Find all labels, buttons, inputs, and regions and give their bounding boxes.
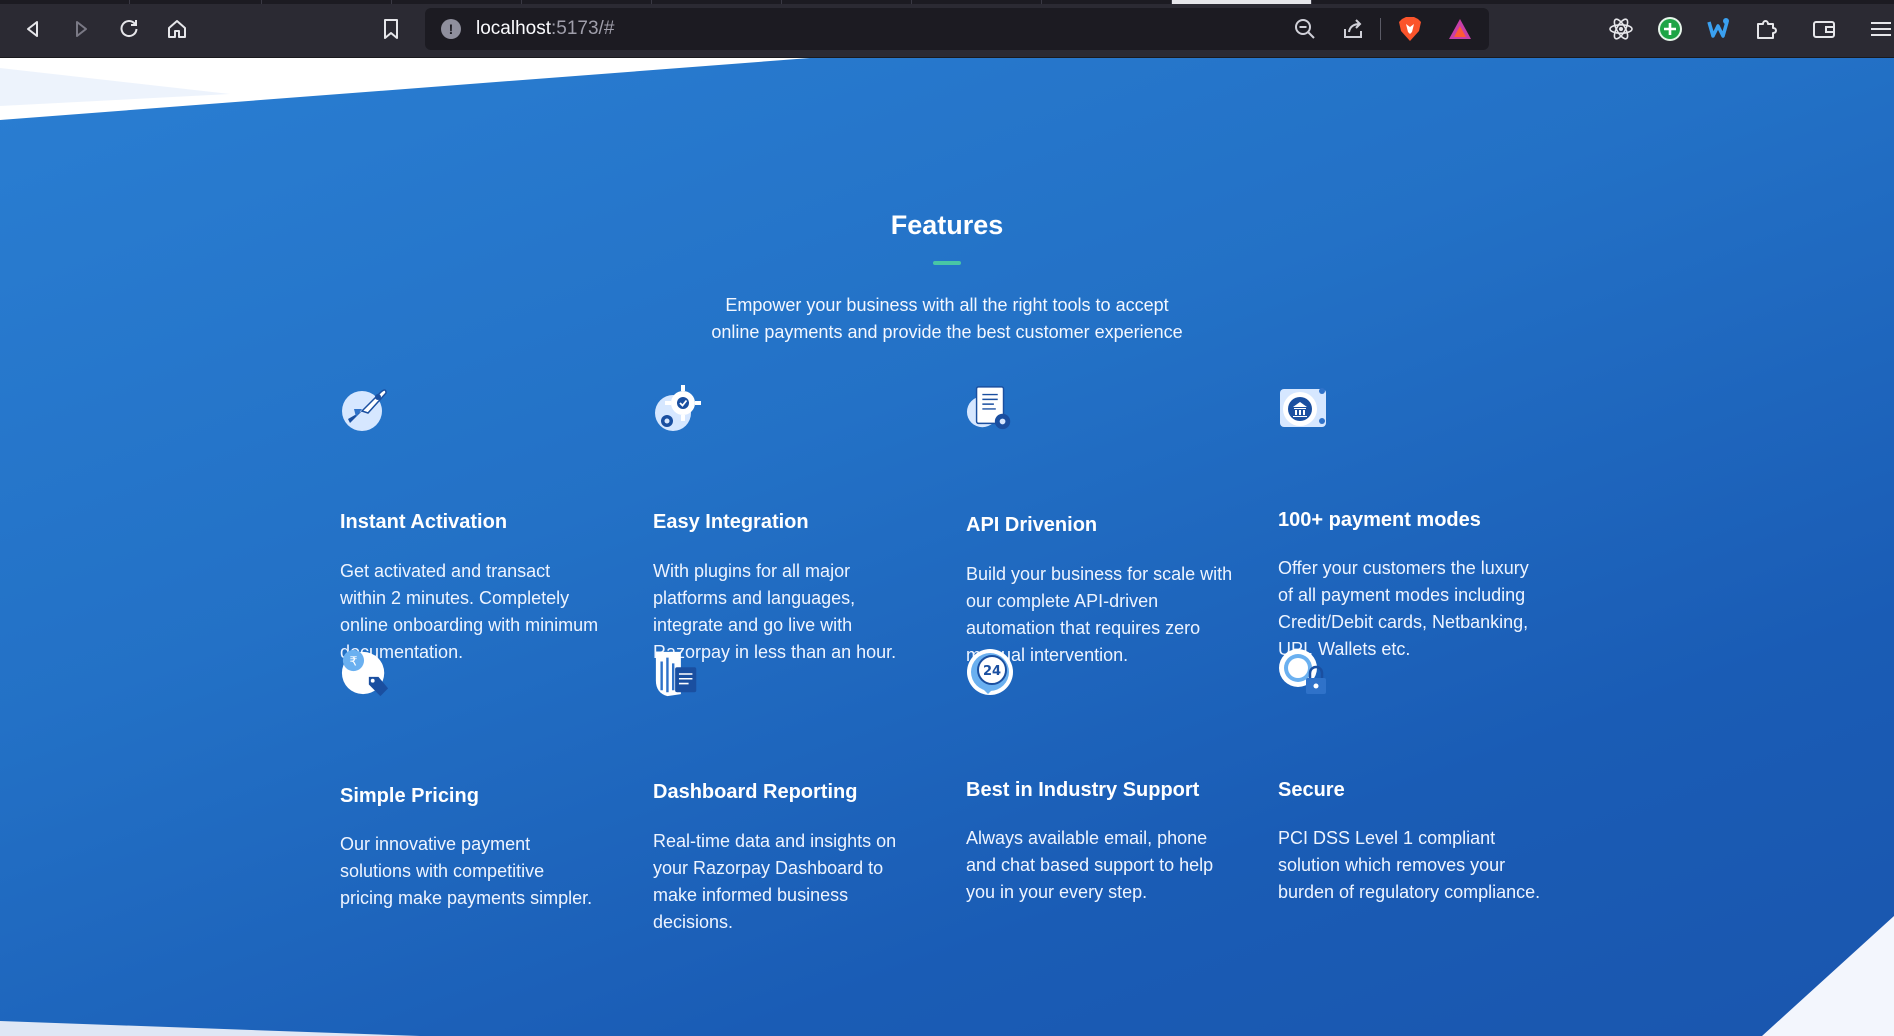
svg-text:24: 24	[983, 664, 1001, 679]
card-title: API Drivenion	[966, 514, 1098, 536]
feature-card-easy-integration: Easy Integration With plugins for all ma…	[653, 383, 933, 662]
dashboard-report-icon	[655, 651, 697, 697]
bookmark-icon[interactable]	[376, 14, 406, 44]
card-title: Dashboard Reporting	[653, 781, 858, 803]
card-description: Always available email, phone and chat ba…	[966, 828, 1214, 902]
home-icon[interactable]	[162, 14, 192, 44]
feature-card-dashboard-reporting: Dashboard Reporting Real-time data and i…	[653, 648, 933, 932]
feature-card-api-driven: API Drivenion Build your business for sc…	[966, 383, 1246, 665]
rocket-icon	[342, 389, 387, 431]
subtitle-line-2: online payments and provide the best cus…	[711, 322, 1183, 342]
w-extension-icon[interactable]	[1704, 15, 1732, 43]
browser-toolbar: ! localhost:5173/#	[0, 0, 1894, 58]
decorative-wedge-right	[1762, 916, 1894, 1036]
support-24-icon: 24	[967, 649, 1013, 695]
card-description: Real-time data and insights on your Razor…	[653, 831, 897, 932]
info-icon[interactable]: !	[441, 19, 461, 39]
brave-rewards-icon[interactable]	[1447, 16, 1473, 42]
gear-check-icon	[655, 385, 701, 431]
feature-card-industry-support: 24 Best in Industry Support Always avail…	[966, 648, 1246, 902]
url-path: :5173/#	[551, 18, 615, 39]
svg-text:₹: ₹	[349, 653, 357, 668]
section-subtitle: Empower your business with all the right…	[647, 292, 1247, 346]
brave-shields-icon[interactable]	[1397, 16, 1423, 42]
reload-icon[interactable]	[114, 14, 144, 44]
tab-strip	[0, 0, 1894, 4]
card-title: Simple Pricing	[340, 785, 479, 807]
back-arrow-icon[interactable]	[18, 14, 48, 44]
plus-circle-icon[interactable]	[1656, 15, 1684, 43]
card-title: Secure	[1278, 779, 1345, 801]
subtitle-line-1: Empower your business with all the right…	[725, 295, 1169, 315]
secure-lock-icon	[1279, 649, 1326, 694]
feature-card-simple-pricing: ₹ Simple Pricing Our innovative payment s…	[340, 648, 620, 908]
decorative-wedge-top	[0, 58, 810, 120]
url-text[interactable]: localhost:5173/#	[476, 18, 614, 40]
document-gear-icon	[966, 386, 1011, 430]
feature-card-instant-activation: Instant Activation Get activated and tra…	[340, 383, 620, 662]
url-host: localhost	[476, 18, 551, 39]
feature-card-payment-modes: 100+ payment modes Offer your customers …	[1278, 383, 1558, 659]
wallet-icon[interactable]	[1810, 15, 1838, 43]
hamburger-menu-icon[interactable]	[1866, 15, 1894, 43]
card-title: Easy Integration	[653, 511, 809, 533]
card-title: Instant Activation	[340, 511, 508, 533]
rupee-tag-icon: ₹	[341, 649, 389, 697]
forward-arrow-icon[interactable]	[66, 14, 96, 44]
section-title: Features	[890, 210, 1004, 240]
feature-card-secure: Secure PCI DSS Level 1 compliant solution…	[1278, 648, 1558, 902]
zoom-out-icon[interactable]	[1292, 16, 1318, 42]
card-title: Best in Industry Support	[966, 779, 1200, 801]
share-icon[interactable]	[1340, 16, 1366, 42]
react-icon[interactable]	[1607, 15, 1635, 43]
features-section: Features Empower your business with all …	[0, 58, 1894, 1036]
card-description: Offer your customers the luxury of all pa…	[1278, 558, 1529, 659]
bank-card-icon	[1280, 388, 1326, 427]
decorative-wedge-bottom	[0, 1021, 420, 1036]
card-title: 100+ payment modes	[1278, 509, 1481, 531]
card-description: Our innovative payment solutions with com…	[340, 834, 593, 908]
card-description: PCI DSS Level 1 compliant solution which …	[1278, 828, 1541, 902]
title-underline	[933, 261, 961, 265]
puzzle-icon[interactable]	[1752, 15, 1780, 43]
address-bar[interactable]: ! localhost:5173/#	[425, 8, 1489, 50]
